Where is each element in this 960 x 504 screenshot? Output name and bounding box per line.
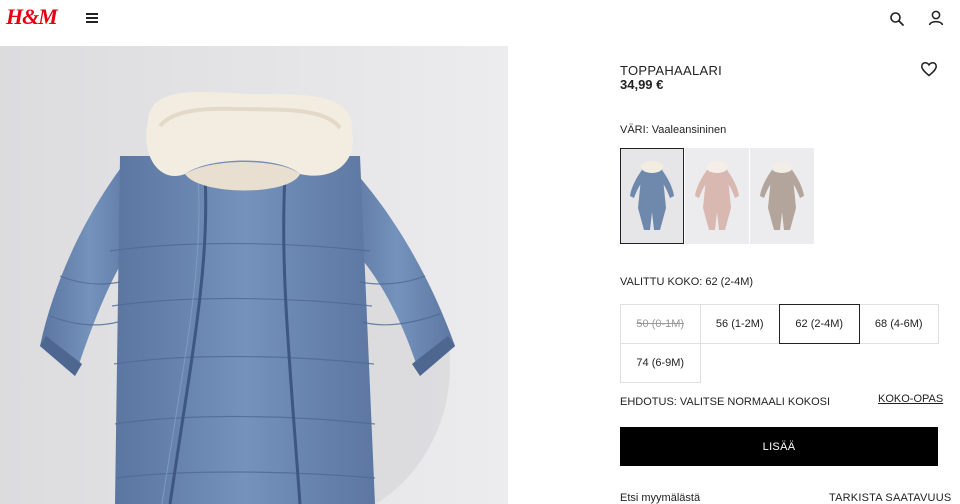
size-option-68[interactable]: 68 (4-6M) — [858, 304, 939, 344]
swatch-thumbnail — [685, 148, 749, 244]
top-navigation: H&M — [0, 0, 960, 36]
size-suggestion: EHDOTUS: VALITSE NORMAALI KOKOSI — [620, 396, 831, 408]
size-option-50[interactable]: 50 (0-1M) — [620, 304, 701, 344]
check-availability-link[interactable]: TARKISTA SAATAVUUS — [829, 492, 951, 504]
add-to-bag-button[interactable]: LISÄÄ — [620, 427, 938, 466]
account-icon[interactable] — [926, 8, 946, 28]
search-icon[interactable] — [888, 10, 906, 28]
size-option-74[interactable]: 74 (6-9M) — [620, 343, 701, 383]
color-swatches — [620, 148, 815, 244]
color-swatch-light-pink[interactable] — [685, 148, 749, 244]
snowsuit-illustration — [0, 46, 508, 504]
product-title: TOPPAHAALARI — [620, 63, 723, 78]
find-in-store-label: Etsi myymälästä — [620, 492, 701, 504]
color-swatch-beige[interactable] — [750, 148, 814, 244]
color-label: VÄRI: Vaaleansininen — [620, 124, 727, 136]
hm-logo[interactable]: H&M — [6, 4, 58, 30]
color-swatch-light-blue[interactable] — [620, 148, 684, 244]
heart-icon[interactable] — [920, 60, 938, 78]
product-price: 34,99 € — [620, 77, 664, 92]
swatch-thumbnail — [620, 148, 684, 244]
size-guide-link[interactable]: KOKO-OPAS — [878, 393, 943, 405]
size-option-62[interactable]: 62 (2-4M) — [779, 304, 860, 344]
product-image — [0, 46, 508, 504]
selected-size-label: VALITTU KOKO: 62 (2-4M) — [620, 276, 754, 288]
size-option-56[interactable]: 56 (1-2M) — [699, 304, 780, 344]
swatch-thumbnail — [750, 148, 814, 244]
menu-icon[interactable] — [84, 12, 100, 24]
size-grid: 50 (0-1M) 56 (1-2M) 62 (2-4M) 68 (4-6M) … — [620, 304, 939, 383]
